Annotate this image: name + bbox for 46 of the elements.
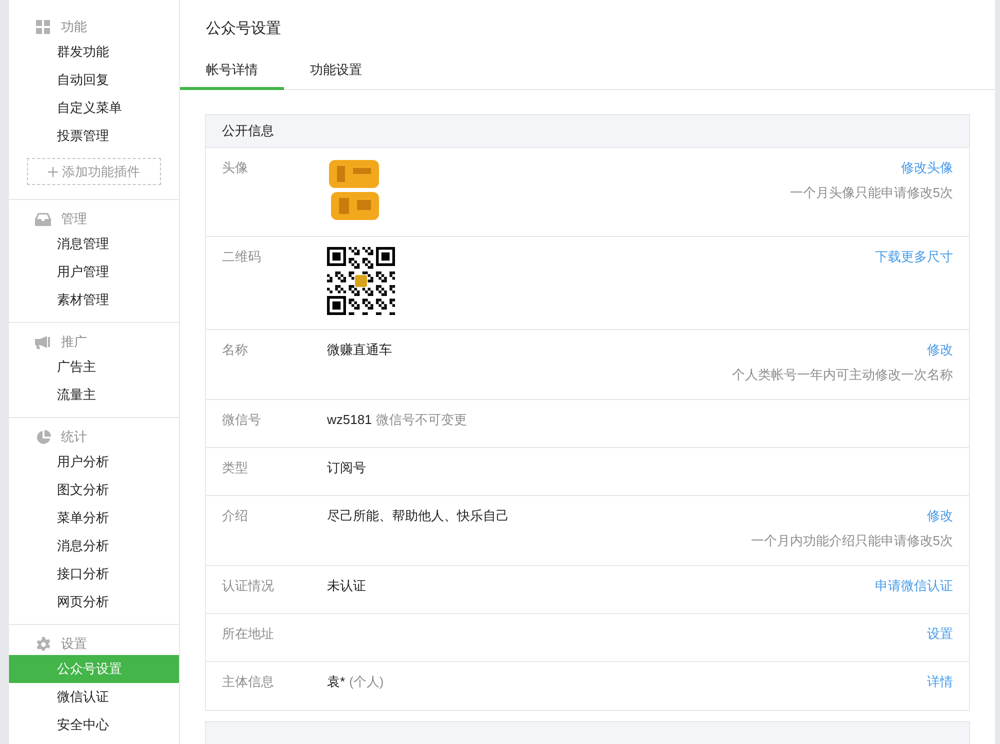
field-value: 微赚直通车 <box>327 340 392 358</box>
sidebar-item[interactable]: 接口分析 <box>9 560 179 588</box>
field-label: 认证情况 <box>222 576 275 594</box>
sidebar-item[interactable]: 投票管理 <box>9 122 179 150</box>
section-title: 管理 <box>61 210 87 228</box>
hint-text: 一个月内功能介绍只能申请修改5次 <box>750 532 953 550</box>
field-value: 订阅号 <box>327 458 366 476</box>
field-label: 微信号 <box>222 410 262 428</box>
sidebar-item[interactable]: 自动回复 <box>9 66 179 94</box>
sidebar-item[interactable]: 安全中心 <box>9 711 179 739</box>
field-label: 名称 <box>222 340 249 358</box>
value-note: (个人) <box>349 672 384 691</box>
field-value: 袁* <box>327 672 346 690</box>
sidebar-item[interactable]: 群发功能 <box>9 38 179 66</box>
field-value: 尽己所能、帮助他人、快乐自己 <box>327 506 509 524</box>
field-value: wz5181 <box>327 410 372 428</box>
sidebar-item[interactable]: 用户管理 <box>9 258 179 286</box>
field-label: 类型 <box>222 458 249 476</box>
sidebar-item[interactable]: 微信认证 <box>9 683 179 711</box>
tab[interactable]: 功能设置 <box>284 52 388 90</box>
sidebar-item[interactable]: 素材管理 <box>9 286 179 314</box>
sidebar-item[interactable]: 消息分析 <box>9 532 179 560</box>
field-label: 所在地址 <box>222 624 275 642</box>
sidebar-item[interactable]: 自定义菜单 <box>9 94 179 122</box>
section-title: 推广 <box>61 333 87 352</box>
section-title: 统计 <box>61 428 87 446</box>
field-label: 介绍 <box>222 506 249 524</box>
hint-text: 一个月头像只能申请修改5次 <box>790 184 953 202</box>
sidebar-item[interactable]: 广告主 <box>9 353 179 381</box>
section-title: 设置 <box>61 635 87 654</box>
tab[interactable]: 帐号详情 <box>180 52 284 90</box>
section-title: 功能 <box>61 18 87 36</box>
card-title: 公开信息 <box>222 122 274 140</box>
field-label: 头像 <box>222 158 249 176</box>
field-value: 未认证 <box>327 576 366 594</box>
field-label: 主体信息 <box>222 672 275 690</box>
sidebar-item[interactable]: 用户分析 <box>9 448 179 476</box>
sidebar-item[interactable]: 流量主 <box>9 381 179 409</box>
sidebar-item[interactable]: 消息管理 <box>9 230 179 258</box>
sidebar-item[interactable]: 图文分析 <box>9 476 179 504</box>
sidebar-item[interactable]: 网页分析 <box>9 588 179 616</box>
value-note: 微信号不可变更 <box>376 410 467 428</box>
sidebar-item[interactable]: 菜单分析 <box>9 504 179 532</box>
hint-text: 个人类帐号一年内可主动修改一次名称 <box>732 366 953 384</box>
page-title: 公众号设置 <box>205 19 282 39</box>
field-label: 二维码 <box>222 248 262 266</box>
